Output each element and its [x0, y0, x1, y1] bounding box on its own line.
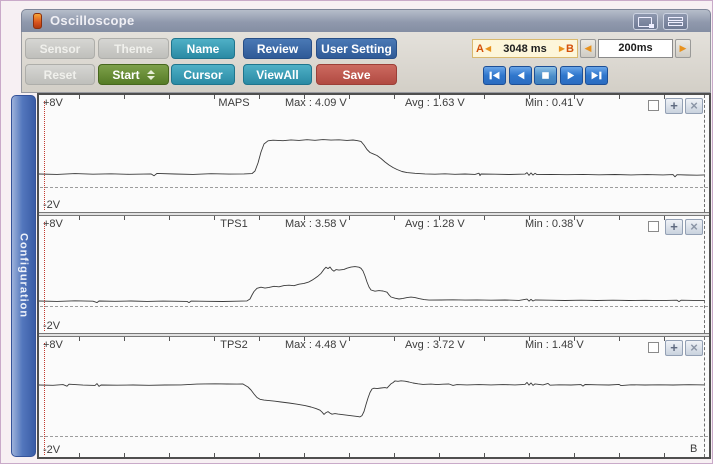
waveform-tps2 [39, 337, 709, 457]
title-bar[interactable]: Oscilloscope [21, 9, 711, 32]
app-icon [33, 13, 42, 29]
start-button[interactable]: Start [98, 64, 169, 85]
marker-b-line [704, 95, 705, 212]
marker-b-flag: B [690, 443, 697, 455]
timebase-decrease-button[interactable]: ◀ [580, 39, 596, 58]
zoom-in-button[interactable]: + [665, 340, 683, 356]
zero-reference-line [40, 187, 708, 188]
name-button[interactable]: Name [171, 38, 235, 59]
channel-checkbox[interactable] [648, 221, 659, 232]
tile-layout-button[interactable] [663, 13, 688, 30]
display-icon [638, 17, 652, 27]
toolbar: Sensor Theme Name Review User Setting Re… [21, 32, 711, 93]
app-window: Oscilloscope Sensor Theme Name Review Us… [0, 0, 713, 464]
marker-a-label: A [476, 43, 484, 55]
ab-range-value: 3048 ms [492, 43, 558, 55]
step-forward-button[interactable] [560, 66, 583, 85]
min-value: Min : 1.48 V [525, 339, 584, 351]
timebase-value-field[interactable]: 200ms [598, 39, 673, 58]
tile-icon [668, 17, 682, 26]
theme-button[interactable]: Theme [98, 38, 169, 59]
marker-b-arrow-icon: ▶ [559, 44, 565, 53]
viewall-button[interactable]: ViewAll [243, 64, 312, 85]
zoom-in-button[interactable]: + [665, 219, 683, 235]
bottom-voltage-label: -2V [43, 444, 60, 456]
step-back-button[interactable] [509, 66, 532, 85]
waveform-tps1 [39, 216, 709, 333]
stop-icon [539, 70, 552, 81]
close-channel-button[interactable]: × [685, 98, 703, 114]
marker-b-line [704, 337, 705, 457]
close-channel-button[interactable]: × [685, 219, 703, 235]
save-button[interactable]: Save [316, 64, 397, 85]
window-title: Oscilloscope [50, 13, 135, 28]
bottom-voltage-label: -2V [43, 199, 60, 211]
avg-value: Avg : 1.63 V [405, 97, 465, 109]
updown-icon [146, 70, 155, 80]
max-value: Max : 3.58 V [285, 218, 347, 230]
skip-last-icon [590, 70, 603, 81]
channel-checkbox[interactable] [648, 342, 659, 353]
max-value: Max : 4.09 V [285, 97, 347, 109]
skip-first-button[interactable] [483, 66, 506, 85]
scope-plot-area: +8V MAPS Max : 4.09 V Avg : 1.63 V Min :… [37, 93, 711, 459]
marker-b-label: B [566, 43, 574, 55]
voltage-axis [44, 101, 45, 210]
skip-last-button[interactable] [585, 66, 608, 85]
zero-reference-line [40, 306, 708, 307]
waveform-maps [39, 95, 709, 212]
step-back-icon [514, 70, 527, 81]
review-button[interactable]: Review [243, 38, 312, 59]
voltage-axis [44, 222, 45, 331]
voltage-axis [44, 343, 45, 455]
skip-first-icon [488, 70, 501, 81]
zoom-in-button[interactable]: + [665, 98, 683, 114]
min-value: Min : 0.38 V [525, 218, 584, 230]
avg-value: Avg : 3.72 V [405, 339, 465, 351]
channel-name: TPS1 [189, 218, 279, 230]
min-value: Min : 0.41 V [525, 97, 584, 109]
cursor-button[interactable]: Cursor [171, 64, 235, 85]
channel-name: TPS2 [189, 339, 279, 351]
channel-name: MAPS [189, 97, 279, 109]
ab-range-field[interactable]: A ◀ 3048 ms ▶ B [472, 39, 578, 58]
configuration-tab-label: Configuration [18, 233, 30, 318]
step-forward-icon [565, 70, 578, 81]
user-setting-button[interactable]: User Setting [316, 38, 397, 59]
zero-reference-line [40, 436, 708, 437]
timebase-increase-button[interactable]: ▶ [675, 39, 691, 58]
reset-button[interactable]: Reset [25, 64, 95, 85]
sensor-button[interactable]: Sensor [25, 38, 95, 59]
start-button-label: Start [112, 68, 139, 82]
top-voltage-label: +8V [43, 218, 63, 230]
channel-checkbox[interactable] [648, 100, 659, 111]
max-value: Max : 4.48 V [285, 339, 347, 351]
avg-value: Avg : 1.28 V [405, 218, 465, 230]
channel-tps2: +8V TPS2 Max : 4.48 V Avg : 3.72 V Min :… [39, 337, 709, 457]
marker-a-arrow-icon: ◀ [485, 44, 491, 53]
bottom-voltage-label: -2V [43, 320, 60, 332]
stop-button[interactable] [534, 66, 557, 85]
display-window-button[interactable] [633, 13, 658, 30]
close-channel-button[interactable]: × [685, 340, 703, 356]
top-voltage-label: +8V [43, 97, 63, 109]
configuration-tab[interactable]: Configuration [11, 95, 36, 457]
channel-tps1: +8V TPS1 Max : 3.58 V Avg : 1.28 V Min :… [39, 216, 709, 333]
top-voltage-label: +8V [43, 339, 63, 351]
channel-maps: +8V MAPS Max : 4.09 V Avg : 1.63 V Min :… [39, 95, 709, 212]
marker-b-line [704, 216, 705, 333]
